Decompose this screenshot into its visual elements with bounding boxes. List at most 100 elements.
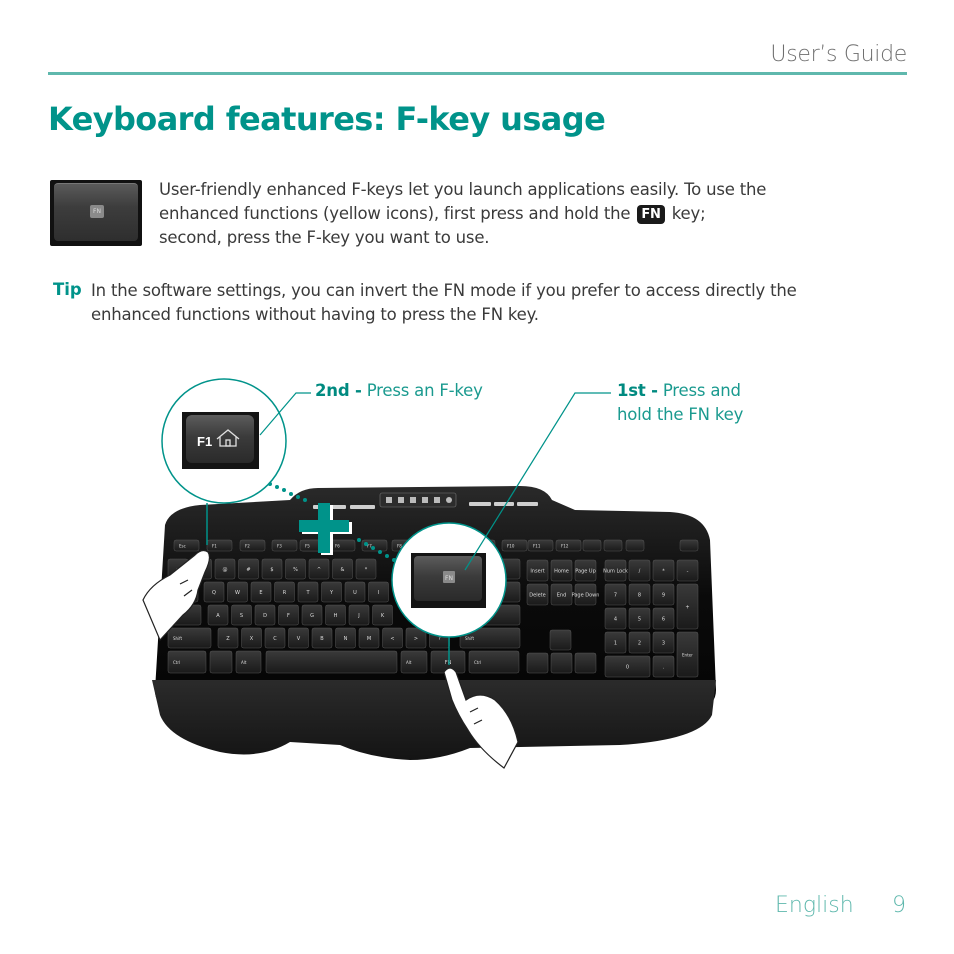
fkey-f10-label: F10: [507, 544, 515, 549]
fkey-f1-label: F1: [212, 544, 217, 549]
key-nav-1: Home: [550, 559, 573, 582]
key-space: [265, 650, 398, 674]
keyboard-illustration: EscF1F2F3F4F5F6F7F8F9F10F11F12 ~!@#$%^&*…: [142, 378, 716, 769]
key-num-7: &: [332, 558, 353, 580]
numpad-key-8: 5: [628, 607, 651, 630]
key-num-2: @: [214, 558, 236, 580]
fkey-f2: F2: [239, 539, 266, 552]
numpad-key-6: 9: [652, 583, 675, 606]
key-t: T: [297, 581, 319, 603]
key-g: G: [301, 604, 323, 626]
key-nav-2: Page Up: [574, 559, 597, 582]
key-d-label: D: [263, 613, 267, 619]
fkey-f5-label: F5: [305, 544, 310, 549]
numpad-decimal: .: [652, 655, 675, 678]
key-alt-right-label: Alt: [406, 660, 412, 665]
key-arrow-down: [550, 652, 573, 674]
key-ctrl-right-label: Ctrl: [474, 660, 481, 665]
key-g-label: G: [310, 613, 314, 619]
key-h-label: H: [334, 613, 338, 619]
key-s: S: [231, 604, 252, 626]
numpad-key-7-label: 4: [614, 617, 617, 623]
numpad-key-3-label: -: [687, 569, 689, 575]
key-k: K: [372, 604, 393, 626]
fkey-f3-label: F3: [277, 544, 282, 549]
key-u-label: U: [353, 590, 357, 596]
key-nav-3: Delete: [526, 583, 549, 606]
key-nav-1-label: Home: [554, 569, 569, 575]
numpad-key-0-label: Num Lock: [603, 569, 628, 575]
callout-second-step-text: Press an F-key: [366, 381, 483, 400]
key-arrow-left: [526, 652, 549, 674]
key-shift-row-1-label: X: [250, 636, 254, 642]
fn-zoom-label: FN: [445, 575, 453, 582]
numpad-key-11-label: 2: [638, 641, 641, 647]
key-shift-row-2: C: [264, 627, 286, 649]
key-d: D: [254, 604, 276, 626]
key-f: F: [278, 604, 299, 626]
special-key: [603, 539, 623, 552]
key-ctrl-left: Ctrl: [167, 650, 207, 674]
numpad-key-5: 8: [628, 583, 651, 606]
f1-zoom-label: F1: [197, 434, 212, 449]
key-u: U: [344, 581, 366, 603]
key-shift-row-6: M: [358, 627, 380, 649]
callout-first-step-line1: Press and: [662, 381, 741, 400]
key-arrow-right: [574, 652, 597, 674]
numpad-key-0: Num Lock: [603, 559, 628, 582]
key-alt-right: Alt: [400, 650, 428, 674]
key-num-4-label: $: [270, 567, 273, 573]
callout-first-step: 1st - Press and hold the FN key: [617, 379, 743, 427]
key-e: E: [250, 581, 272, 603]
key-num-7-label: &: [341, 567, 345, 573]
key-nav-4-label: End: [557, 593, 567, 599]
palm-rest: [152, 680, 716, 760]
fkey-f2-label: F2: [245, 544, 250, 549]
key-ctrl-right: Ctrl: [468, 650, 520, 674]
fkey-f11-label: F11: [533, 544, 541, 549]
key-num-2-label: @: [223, 567, 228, 573]
numpad-key-6-label: 9: [662, 593, 665, 599]
key-j: J: [348, 604, 370, 626]
key-a: A: [207, 604, 229, 626]
special-key: [582, 539, 602, 552]
callout-second-step: 2nd - Press an F-key: [315, 379, 483, 403]
key-shift-row-6-label: M: [367, 636, 371, 642]
key-nav-5-label: Page Down: [572, 593, 600, 599]
numpad-key-4: 7: [604, 583, 627, 606]
key-s-label: S: [240, 613, 243, 619]
key-nav-0: Insert: [526, 559, 549, 582]
fkey-f11: F11: [527, 539, 554, 552]
key-num-5: %: [285, 558, 306, 580]
numpad-key-12: 3: [652, 631, 675, 654]
key-r: R: [274, 581, 295, 603]
key-shift-row-3: V: [288, 627, 309, 649]
key-num-6: ^: [308, 558, 330, 580]
numpad-key-11: 2: [628, 631, 651, 654]
numpad-key-10: 1: [604, 631, 627, 654]
numpad-key-5-label: 8: [638, 593, 641, 599]
key-shift-left-label: Shift: [173, 636, 183, 641]
callout-first-step-line2: hold the FN key: [617, 405, 744, 424]
numpad-enter: Enter: [676, 631, 699, 678]
key-j-label: J: [357, 613, 359, 619]
key-shift-row-7: <: [382, 627, 403, 649]
callout-second-step-number: 2nd -: [315, 381, 362, 400]
fkey-f12: F12: [555, 539, 582, 552]
key-nav-5: Page Down: [572, 583, 600, 606]
fkey-esc-label: Esc: [179, 544, 186, 549]
numpad-plus: +: [676, 583, 699, 630]
fkey-f6: F6: [329, 539, 356, 552]
fkey-f6-label: F6: [335, 544, 340, 549]
key-shift-row-2-label: C: [273, 636, 277, 642]
key-nav-0-label: Insert: [530, 569, 544, 575]
numpad-key-10-label: 1: [614, 641, 617, 647]
key-shift-row-5-label: N: [344, 636, 348, 642]
numpad-key-9-label: 6: [662, 617, 665, 623]
key-w-label: W: [235, 590, 240, 596]
numpad-0-label: 0: [626, 665, 629, 671]
key-num-8: *: [355, 558, 377, 580]
key-h: H: [325, 604, 346, 626]
key-f-label: F: [287, 613, 290, 619]
key-q: Q: [203, 581, 225, 603]
